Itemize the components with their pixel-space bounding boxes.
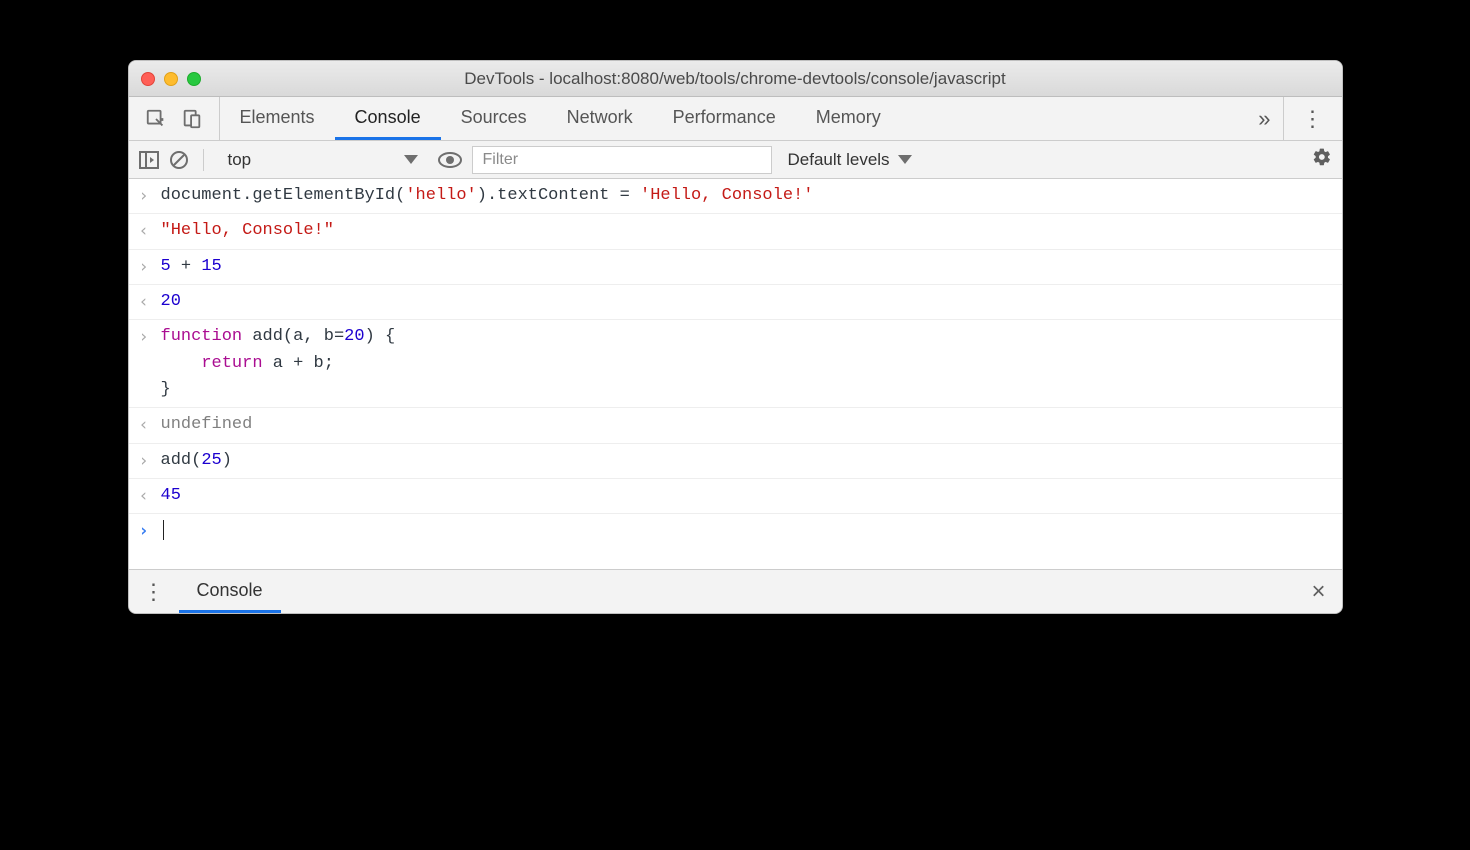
filter-input[interactable]: [472, 146, 772, 174]
tab-console[interactable]: Console: [335, 97, 441, 140]
inspect-element-icon[interactable]: [145, 108, 167, 130]
input-prompt-icon: ›: [139, 324, 161, 350]
console-entry-content: add(25): [161, 448, 1332, 474]
output-prompt-icon: ‹: [139, 483, 161, 509]
console-entry-content: undefined: [161, 412, 1332, 438]
tab-network[interactable]: Network: [547, 97, 653, 140]
console-body[interactable]: ›document.getElementById('hello').textCo…: [129, 179, 1342, 569]
console-entry-content: 20: [161, 289, 1332, 315]
titlebar: DevTools - localhost:8080/web/tools/chro…: [129, 61, 1342, 97]
live-expression-icon[interactable]: [438, 151, 462, 169]
console-input-row: ›function add(a, b=20) { return a + b; }: [129, 320, 1342, 408]
drawer-tab-console[interactable]: Console: [179, 570, 281, 613]
panel-tabs: ElementsConsoleSourcesNetworkPerformance…: [220, 97, 1247, 140]
console-entry-content: 5 + 15: [161, 254, 1332, 280]
tabbar-tools: [129, 97, 220, 140]
console-output-row: ‹"Hello, Console!": [129, 214, 1342, 249]
console-entry-content: function add(a, b=20) { return a + b; }: [161, 324, 1332, 403]
execution-context-label: top: [228, 150, 252, 170]
console-output-row: ‹20: [129, 285, 1342, 320]
input-prompt-icon: ›: [139, 448, 161, 474]
log-levels-selector[interactable]: Default levels: [782, 150, 918, 170]
tab-memory[interactable]: Memory: [796, 97, 901, 140]
input-prompt-icon: ›: [139, 183, 161, 209]
tab-elements[interactable]: Elements: [220, 97, 335, 140]
output-prompt-icon: ‹: [139, 289, 161, 315]
console-toolbar: top Default levels: [129, 141, 1342, 179]
console-entry-content: document.getElementById('hello').textCon…: [161, 183, 1332, 209]
maximize-window-button[interactable]: [187, 72, 201, 86]
tabs-overflow-button[interactable]: »: [1246, 97, 1282, 140]
tab-sources[interactable]: Sources: [441, 97, 547, 140]
console-output-row: ‹undefined: [129, 408, 1342, 443]
drawer: ⋮ Console ×: [129, 569, 1342, 613]
execution-context-selector[interactable]: top: [218, 148, 428, 172]
separator: [203, 149, 204, 171]
close-window-button[interactable]: [141, 72, 155, 86]
cursor: [163, 520, 164, 540]
drawer-menu-icon[interactable]: ⋮: [129, 570, 179, 613]
console-entry-content: 45: [161, 483, 1332, 509]
active-prompt-icon: ›: [139, 518, 161, 544]
console-input-row: ›add(25): [129, 444, 1342, 479]
console-input-row: ›5 + 15: [129, 250, 1342, 285]
show-sidebar-icon[interactable]: [139, 151, 159, 169]
output-prompt-icon: ‹: [139, 412, 161, 438]
panel-tabbar: ElementsConsoleSourcesNetworkPerformance…: [129, 97, 1342, 141]
drawer-tab-label: Console: [197, 580, 263, 601]
traffic-lights: [141, 72, 201, 86]
clear-console-icon[interactable]: [169, 150, 189, 170]
tabbar-right: ⋮: [1283, 97, 1342, 140]
console-prompt-input[interactable]: [161, 518, 1332, 544]
devtools-window: DevTools - localhost:8080/web/tools/chro…: [128, 60, 1343, 614]
console-output-row: ‹45: [129, 479, 1342, 514]
console-input-row: ›document.getElementById('hello').textCo…: [129, 179, 1342, 214]
console-entry-content: "Hello, Console!": [161, 218, 1332, 244]
tab-performance[interactable]: Performance: [653, 97, 796, 140]
console-prompt-row[interactable]: ›: [129, 514, 1342, 548]
main-menu-icon[interactable]: ⋮: [1302, 106, 1324, 132]
dropdown-caret-icon: [898, 155, 912, 164]
dropdown-caret-icon: [404, 155, 418, 164]
device-toolbar-icon[interactable]: [181, 108, 203, 130]
log-levels-label: Default levels: [788, 150, 890, 170]
minimize-window-button[interactable]: [164, 72, 178, 86]
input-prompt-icon: ›: [139, 254, 161, 280]
output-prompt-icon: ‹: [139, 218, 161, 244]
window-title: DevTools - localhost:8080/web/tools/chro…: [129, 69, 1342, 89]
drawer-close-icon[interactable]: ×: [1295, 570, 1341, 613]
console-settings-icon[interactable]: [1312, 147, 1332, 173]
